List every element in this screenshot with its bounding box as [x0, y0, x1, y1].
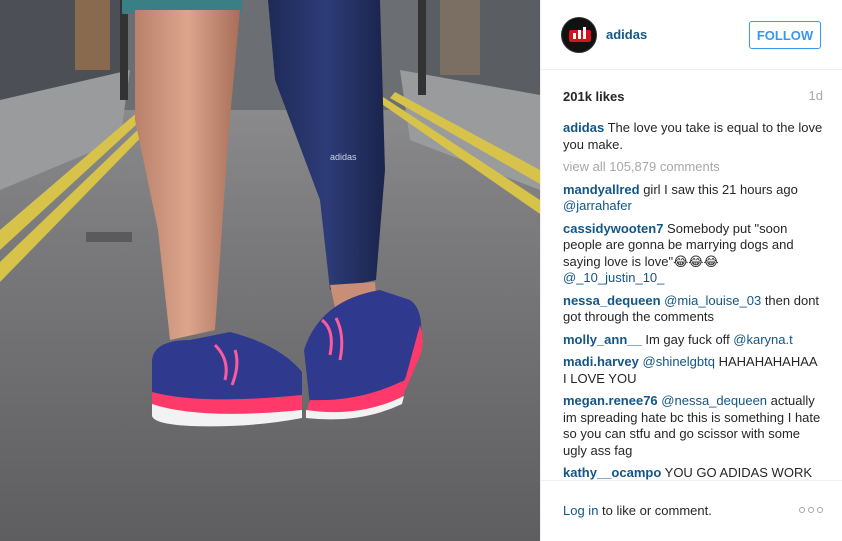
follow-button[interactable]: FOLLOW	[749, 21, 821, 49]
comment-item: kathy__ocampo YOU GO ADIDAS WORK	[563, 465, 823, 480]
comment-text: Im gay fuck off	[641, 331, 734, 347]
comment-mention-link[interactable]: @karyna.t	[733, 332, 792, 347]
instagram-post-modal: adidas adidas FOLLOW 201k likes 1d adida…	[0, 0, 842, 541]
dot	[799, 507, 805, 513]
comment-item: mandyallred girl I saw this 21 hours ago…	[563, 182, 823, 215]
adidas-logo-icon[interactable]	[561, 17, 597, 53]
likes-row: 201k likes 1d	[563, 88, 823, 104]
post-sidebar: adidas FOLLOW 201k likes 1d adidas The l…	[540, 0, 842, 541]
comment-item: cassidywooten7 Somebody put "soon people…	[563, 221, 823, 287]
caption-username-link[interactable]: adidas	[563, 120, 604, 135]
svg-text:adidas: adidas	[330, 152, 357, 162]
avatar-stripe	[573, 33, 576, 39]
view-all-comments-link[interactable]: view all 105,879 comments	[563, 159, 823, 176]
dot	[808, 507, 814, 513]
caption: adidas The love you take is equal to the…	[563, 120, 823, 153]
photo-illustration: adidas	[0, 0, 540, 541]
login-link[interactable]: Log in	[563, 503, 598, 518]
more-options-icon[interactable]	[799, 507, 823, 515]
comment-username-link[interactable]: molly_ann__	[563, 332, 642, 347]
comment-username-link[interactable]: mandyallred	[563, 182, 640, 197]
comment-username-link[interactable]: nessa_dequeen	[563, 293, 661, 308]
post-footer: Log in to like or comment.	[541, 480, 842, 541]
comment-mention-link[interactable]: @_10_justin_10_	[563, 270, 664, 285]
comment-mention-link[interactable]: @mia_louise_03	[664, 293, 761, 308]
comment-username-link[interactable]: megan.renee76	[563, 393, 658, 408]
post-photo[interactable]: adidas	[0, 0, 540, 541]
comments-list[interactable]: adidas The love you take is equal to the…	[563, 120, 823, 480]
login-prompt: Log in to like or comment.	[563, 503, 712, 518]
avatar-stripe	[583, 27, 586, 39]
likes-count[interactable]: 201k likes	[563, 89, 624, 104]
comment-item: nessa_dequeen @mia_louise_03 then dont g…	[563, 293, 823, 326]
avatar-stripe	[578, 30, 581, 39]
comment-item: madi.harvey @shinelgbtq HAHAHAHAHAA I LO…	[563, 354, 823, 387]
profile-username-link[interactable]: adidas	[606, 27, 647, 42]
comment-username-link[interactable]: cassidywooten7	[563, 221, 663, 236]
comment-username-link[interactable]: kathy__ocampo	[563, 465, 661, 480]
comment-item: molly_ann__ Im gay fuck off @karyna.t	[563, 332, 823, 349]
post-header: adidas FOLLOW	[541, 0, 842, 70]
comment-mention-link[interactable]: @nessa_dequeen	[661, 393, 767, 408]
comment-text: YOU GO ADIDAS WORK	[661, 465, 812, 480]
post-age[interactable]: 1d	[809, 88, 823, 103]
login-prompt-text: to like or comment.	[598, 503, 712, 518]
comment-username-link[interactable]: madi.harvey	[563, 354, 639, 369]
comment-mention-link[interactable]: @shinelgbtq	[643, 354, 715, 369]
comment-text: girl I saw this 21 hours ago	[639, 181, 798, 197]
comment-item: megan.renee76 @nessa_dequeen actually im…	[563, 393, 823, 459]
dot	[817, 507, 823, 513]
comment-mention-link[interactable]: @jarrahafer	[563, 198, 632, 213]
